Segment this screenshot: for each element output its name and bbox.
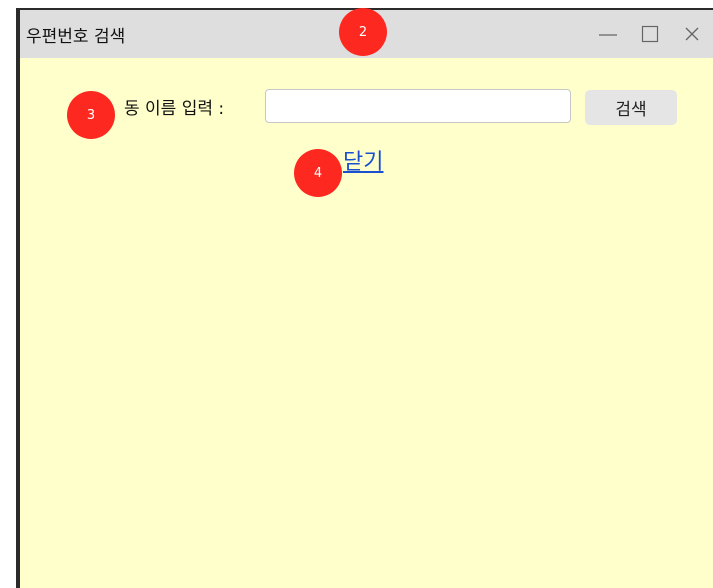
postal-code-search-window: 우편번호 검색 동 이름 입력: 검색 닫기 (16, 8, 713, 588)
maximize-button[interactable] (629, 10, 671, 58)
close-icon (685, 27, 699, 41)
annotation-badge-4: 4 (294, 149, 342, 197)
dong-name-label: 동 이름 입력 : (124, 99, 225, 119)
window-title: 우편번호 검색 (26, 27, 126, 47)
annotation-badge-2: 2 (339, 8, 387, 56)
minimize-button[interactable] (587, 10, 629, 58)
close-link[interactable]: 닫기 (343, 144, 383, 176)
window-controls (587, 10, 713, 58)
window-content: 동 이름 입력 : 검색 닫기 (20, 58, 713, 588)
screenshot-canvas: 우편번호 검색 동 이름 입력: 검색 닫기 2 3 4 (0, 0, 713, 588)
annotation-badge-3: 3 (67, 91, 115, 139)
maximize-icon (641, 25, 659, 43)
search-button[interactable]: 검색 (585, 90, 677, 125)
minimize-icon (599, 34, 617, 36)
dong-name-input[interactable] (265, 89, 571, 123)
close-window-button[interactable] (671, 10, 713, 58)
